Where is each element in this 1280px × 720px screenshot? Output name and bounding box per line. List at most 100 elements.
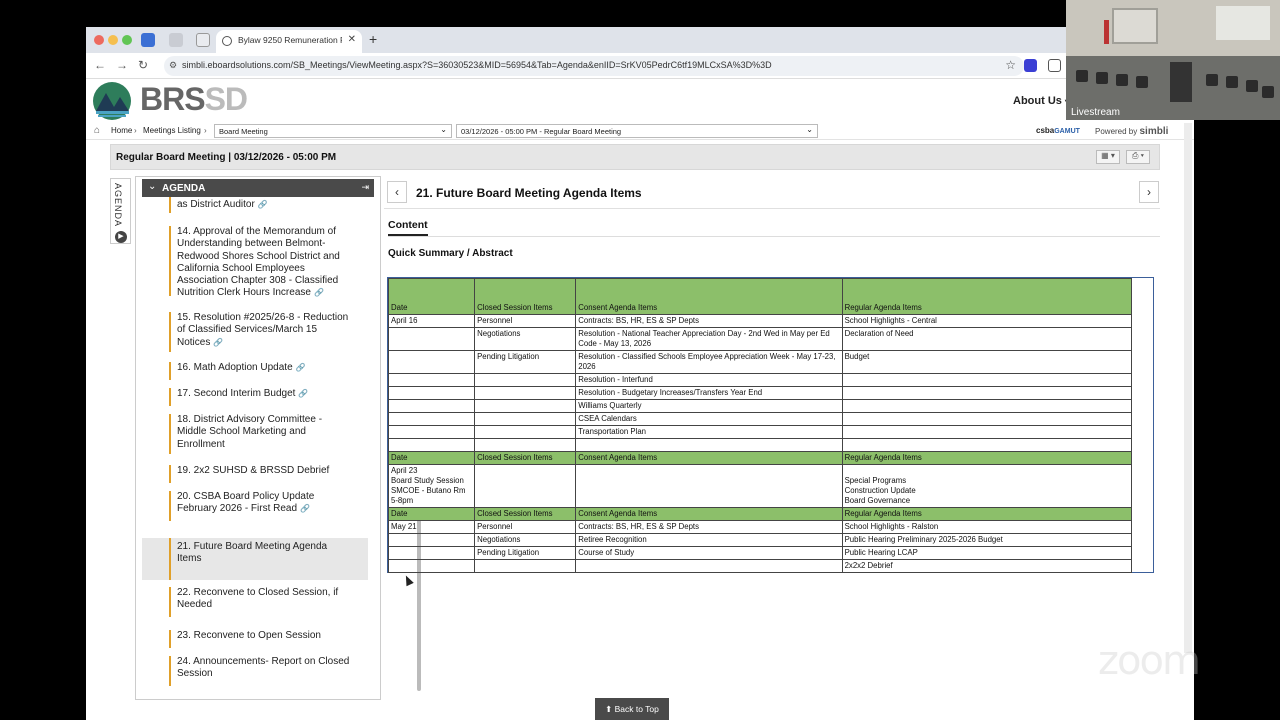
chevrons-down-icon[interactable]: ⌄: [148, 181, 156, 192]
agenda-item[interactable]: 18. District Advisory Committee - Middle…: [142, 414, 368, 454]
table-cell: Closed Session Items: [474, 507, 577, 521]
attachment-link-icon[interactable]: 🔗: [298, 389, 308, 398]
forward-icon[interactable]: →: [116, 58, 128, 72]
new-tab-icon[interactable]: +: [369, 31, 377, 47]
play-icon[interactable]: ▶: [115, 231, 127, 243]
agenda-item[interactable]: 17. Second Interim Budget 🔗: [142, 388, 368, 406]
agenda-item-text: 15. Resolution #2025/26-8 - Reduction of…: [177, 312, 349, 348]
agenda-item-marker: [169, 388, 171, 406]
reload-icon[interactable]: ↻: [138, 58, 148, 72]
agenda-item-text: 22. Reconvene to Closed Session, if Need…: [177, 587, 339, 611]
meeting-type-select[interactable]: Board Meeting ⌄: [214, 124, 452, 138]
home-icon[interactable]: ⌂: [94, 125, 100, 136]
agenda-item[interactable]: 22. Reconvene to Closed Session, if Need…: [142, 587, 368, 617]
table-row: Resolution - Interfund: [387, 373, 1133, 387]
url-text: simbli.eboardsolutions.com/SB_Meetings/V…: [182, 60, 772, 70]
breadcrumb-home[interactable]: Home: [111, 126, 132, 135]
video-chair: [1076, 70, 1088, 82]
about-us-menu[interactable]: About Us ▾: [1013, 95, 1069, 107]
livestream-video[interactable]: Livestream: [1066, 0, 1280, 120]
table-cell: Closed Session Items: [474, 278, 577, 315]
tab-content[interactable]: Content: [388, 219, 428, 236]
pinned-tab-icon[interactable]: [196, 33, 210, 47]
back-icon[interactable]: ←: [94, 58, 106, 72]
agenda-item[interactable]: 24. Announcements- Report on Closed Sess…: [142, 656, 368, 686]
agenda-item-marker: [169, 226, 171, 296]
attachment-link-icon[interactable]: 🔗: [314, 288, 324, 297]
table-cell: [474, 425, 577, 439]
arrow-up-icon: ⬆: [605, 704, 613, 714]
agenda-item-label: 15. Resolution #2025/26-8 - Reduction of…: [177, 312, 352, 349]
breadcrumb: ⌂ Home › Meetings Listing › Board Meetin…: [86, 123, 1194, 140]
maximize-window-icon[interactable]: [122, 35, 132, 45]
district-logo-icon[interactable]: [92, 81, 132, 121]
page-scrollbar[interactable]: [1184, 123, 1192, 653]
agenda-item[interactable]: 23. Reconvene to Open Session: [142, 630, 368, 648]
table-cell: Special Programs Construction Update Board…: [841, 464, 1133, 508]
agenda-item-label: 17. Second Interim Budget 🔗: [177, 388, 352, 400]
table-cell: [575, 438, 843, 452]
agenda-item-label: 22. Reconvene to Closed Session, if Need…: [177, 587, 352, 612]
breadcrumb-meetings-listing[interactable]: Meetings Listing: [143, 126, 201, 135]
attachment-link-icon[interactable]: 🔗: [213, 338, 223, 347]
agenda-item-text: 19. 2x2 SUHSD & BRSSD Debrief: [177, 465, 330, 476]
minimize-window-icon[interactable]: [108, 35, 118, 45]
table-cell: [387, 425, 476, 439]
back-to-top-label: Back to Top: [614, 704, 659, 714]
meeting-title: Regular Board Meeting | 03/12/2026 - 05:…: [116, 152, 337, 163]
agenda-item-marker: [169, 465, 171, 483]
globe-icon: [222, 36, 232, 46]
agenda-item-marker: [169, 312, 171, 352]
agenda-item-label: 24. Announcements- Report on Closed Sess…: [177, 656, 352, 681]
table-cell: Personnel: [474, 314, 577, 328]
agenda-item-label: 16. Math Adoption Update 🔗: [177, 362, 352, 374]
logo-text-accent: SD: [204, 81, 248, 117]
district-logo-text[interactable]: BRSSD: [140, 81, 248, 118]
close-tab-icon[interactable]: ✕: [348, 34, 356, 45]
url-bar[interactable]: ⚙ simbli.eboardsolutions.com/SB_Meetings…: [164, 56, 1024, 76]
table-cell: Personnel: [474, 520, 577, 534]
video-screen: [1216, 6, 1270, 40]
back-to-top-button[interactable]: ⬆ Back to Top: [595, 698, 669, 720]
table-cell: [387, 399, 476, 413]
pinned-tab-icon[interactable]: [169, 33, 183, 47]
agenda-item[interactable]: 13. Approval of Chavan & Associates as D…: [142, 197, 368, 213]
extension-icon[interactable]: [1024, 59, 1037, 72]
print-icon[interactable]: ⎙ ▾: [1126, 150, 1150, 164]
table-cell: [841, 373, 1133, 387]
table-cell: Date: [387, 278, 476, 315]
table-row: Pending Litigation Resolution - Classifie…: [387, 350, 1133, 374]
meeting-date-select[interactable]: 03/12/2026 - 05:00 PM - Regular Board Me…: [456, 124, 818, 138]
table-cell: [387, 559, 476, 573]
powered-by-simbli: Powered by simbli: [1095, 126, 1168, 137]
attachment-link-icon[interactable]: 🔗: [296, 363, 306, 372]
agenda-toggle-tab[interactable]: AGENDA ▶: [110, 178, 131, 244]
bookmark-star-icon[interactable]: ☆: [1005, 58, 1016, 72]
agenda-item[interactable]: 20. CSBA Board Policy Update February 20…: [142, 491, 368, 521]
table-cell: [575, 559, 843, 573]
site-info-icon[interactable]: ⚙: [169, 60, 177, 71]
table-cell: April 16: [387, 314, 476, 328]
pinned-tab-icon[interactable]: [141, 33, 155, 47]
table-cell: Transportation Plan: [575, 425, 843, 439]
close-window-icon[interactable]: [94, 35, 104, 45]
collapse-panel-icon[interactable]: ⇥: [361, 182, 369, 193]
view-options-icon[interactable]: ▦ ▾: [1096, 150, 1120, 164]
agenda-item[interactable]: 14. Approval of the Memorandum of Unders…: [142, 226, 368, 298]
agenda-item[interactable]: 15. Resolution #2025/26-8 - Reduction of…: [142, 312, 368, 352]
active-tab[interactable]: Bylaw 9250 Remuneration R ✕: [216, 30, 362, 53]
attachment-link-icon[interactable]: 🔗: [258, 200, 268, 209]
attachment-link-icon[interactable]: 🔗: [300, 504, 310, 513]
table-cell: CSEA Calendars: [575, 412, 843, 426]
table-cell: [841, 386, 1133, 400]
agenda-item[interactable]: 16. Math Adoption Update 🔗: [142, 362, 368, 380]
table-cell: Consent Agenda Items: [575, 507, 843, 521]
table-cell: [474, 438, 577, 452]
next-item-button[interactable]: ›: [1139, 181, 1159, 203]
agenda-item[interactable]: 19. 2x2 SUHSD & BRSSD Debrief: [142, 465, 368, 483]
agenda-panel: ⌄ AGENDA ⇥ 13. Approval of Chavan & Asso…: [135, 176, 421, 700]
extensions-puzzle-icon[interactable]: [1048, 59, 1061, 72]
table-cell: [474, 373, 577, 387]
agenda-item[interactable]: 21. Future Board Meeting Agenda Items: [142, 538, 368, 580]
previous-item-button[interactable]: ‹: [387, 181, 407, 203]
